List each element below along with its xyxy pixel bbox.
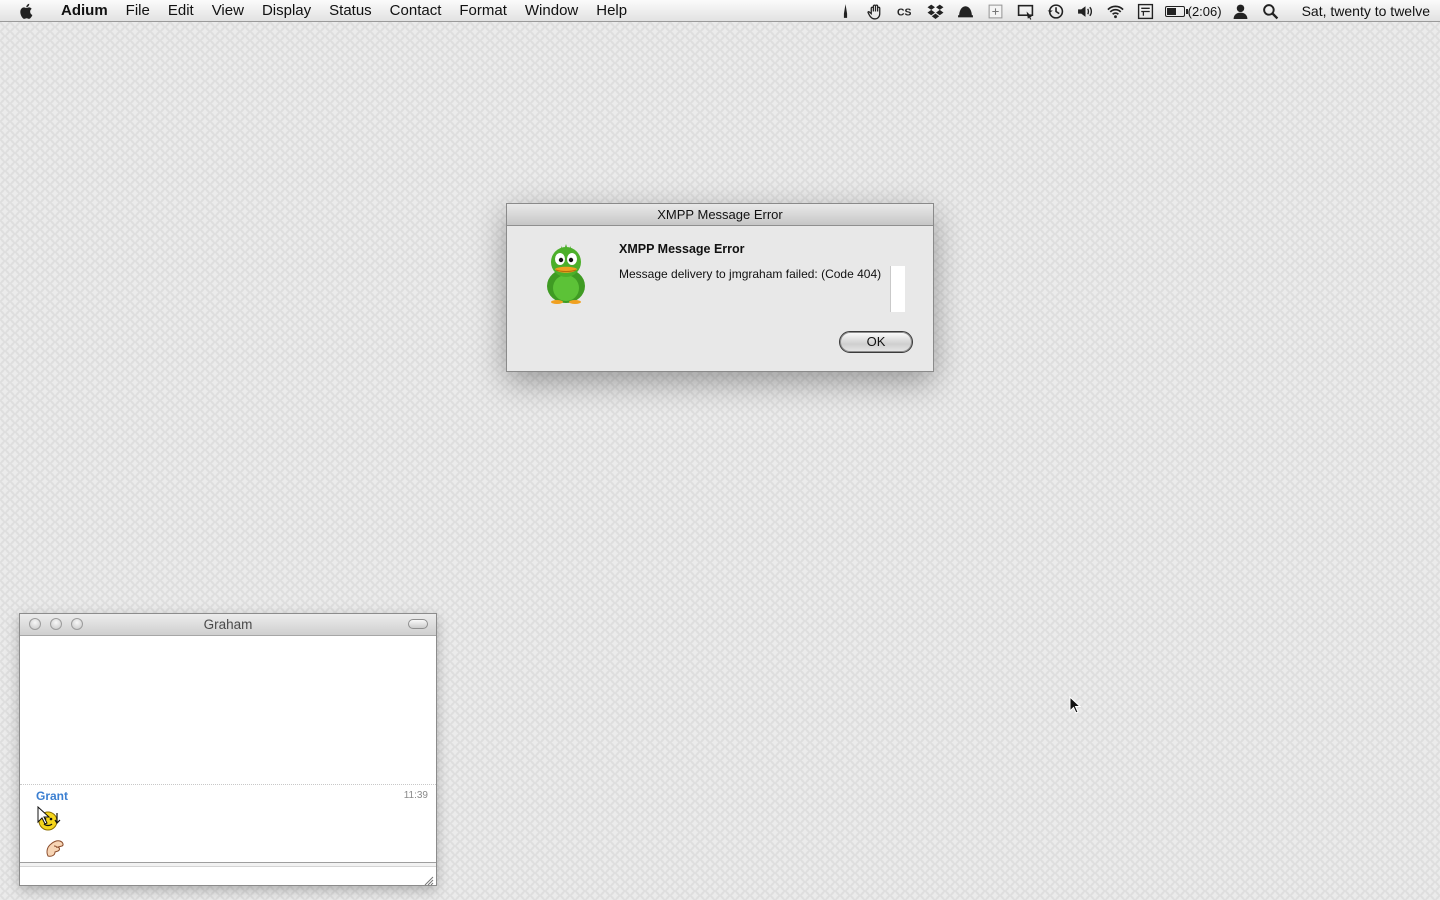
dialog-heading: XMPP Message Error	[619, 242, 745, 256]
pen-icon[interactable]	[835, 0, 857, 22]
menu-clock[interactable]: Sat, twenty to twelve	[1302, 3, 1430, 19]
battery-icon	[1164, 5, 1188, 17]
svg-text:CS: CS	[897, 7, 911, 18]
message-timestamp: 11:39	[403, 790, 428, 801]
menu-format[interactable]: Format	[450, 0, 516, 22]
message-sender: Grant	[36, 789, 69, 803]
menu-display[interactable]: Display	[253, 0, 320, 22]
ok-button[interactable]: OK	[839, 331, 913, 353]
menu-window[interactable]: Window	[516, 0, 587, 22]
input-icon[interactable]	[985, 0, 1007, 22]
resize-handle-icon[interactable]	[424, 873, 434, 886]
adium-duck-icon	[543, 242, 589, 304]
close-button[interactable]	[29, 618, 41, 630]
menu-contact[interactable]: Contact	[381, 0, 451, 22]
dialog-titlebar[interactable]: XMPP Message Error	[507, 204, 933, 226]
dialog-message: Message delivery to jmgraham failed: (Co…	[619, 267, 882, 281]
chat-titlebar[interactable]: Graham	[20, 614, 436, 636]
hand-emoticon-icon	[44, 836, 66, 858]
spotlight-icon[interactable]	[1260, 0, 1282, 22]
smiley-emoticon-icon	[36, 805, 62, 832]
battery-indicator[interactable]: (2:06)	[1164, 3, 1222, 19]
message-transcript[interactable]: Grant 11:39	[20, 636, 436, 861]
menu-status[interactable]: Status	[320, 0, 381, 22]
message-input[interactable]	[20, 867, 436, 885]
time-machine-icon[interactable]	[1045, 0, 1067, 22]
growl-icon[interactable]	[955, 0, 977, 22]
message-scrollbar[interactable]	[890, 266, 905, 312]
menu-bar: Adium File Edit View Display Status Cont…	[0, 0, 1440, 22]
toolbar-toggle-button[interactable]	[408, 619, 428, 629]
mouse-cursor-icon	[1069, 695, 1082, 714]
menu-edit[interactable]: Edit	[159, 0, 203, 22]
screen-icon[interactable]	[1015, 0, 1037, 22]
cs-icon[interactable]: CS	[895, 0, 917, 22]
menu-file[interactable]: File	[117, 0, 159, 22]
user-icon[interactable]	[1230, 0, 1252, 22]
keyboard-icon[interactable]	[1135, 0, 1157, 22]
apple-icon[interactable]	[18, 1, 38, 21]
dropbox-icon[interactable]	[925, 0, 947, 22]
menu-help[interactable]: Help	[587, 0, 636, 22]
error-dialog: XMPP Message Error XMPP Message Error Me…	[506, 203, 934, 372]
battery-fill	[1166, 7, 1176, 15]
minimize-button[interactable]	[50, 618, 62, 630]
menu-view[interactable]: View	[203, 0, 253, 22]
message-separator	[20, 784, 436, 785]
wifi-icon[interactable]	[1105, 0, 1127, 22]
chat-window: Graham Grant 11:39	[19, 613, 437, 886]
volume-icon[interactable]	[1075, 0, 1097, 22]
menu-adium[interactable]: Adium	[52, 0, 117, 22]
menu-extras: CS (2:06) Sat, twenty to twelve	[831, 0, 1440, 22]
zoom-button[interactable]	[71, 618, 83, 630]
hand-icon[interactable]	[865, 0, 887, 22]
battery-time: (2:06)	[1187, 3, 1222, 19]
